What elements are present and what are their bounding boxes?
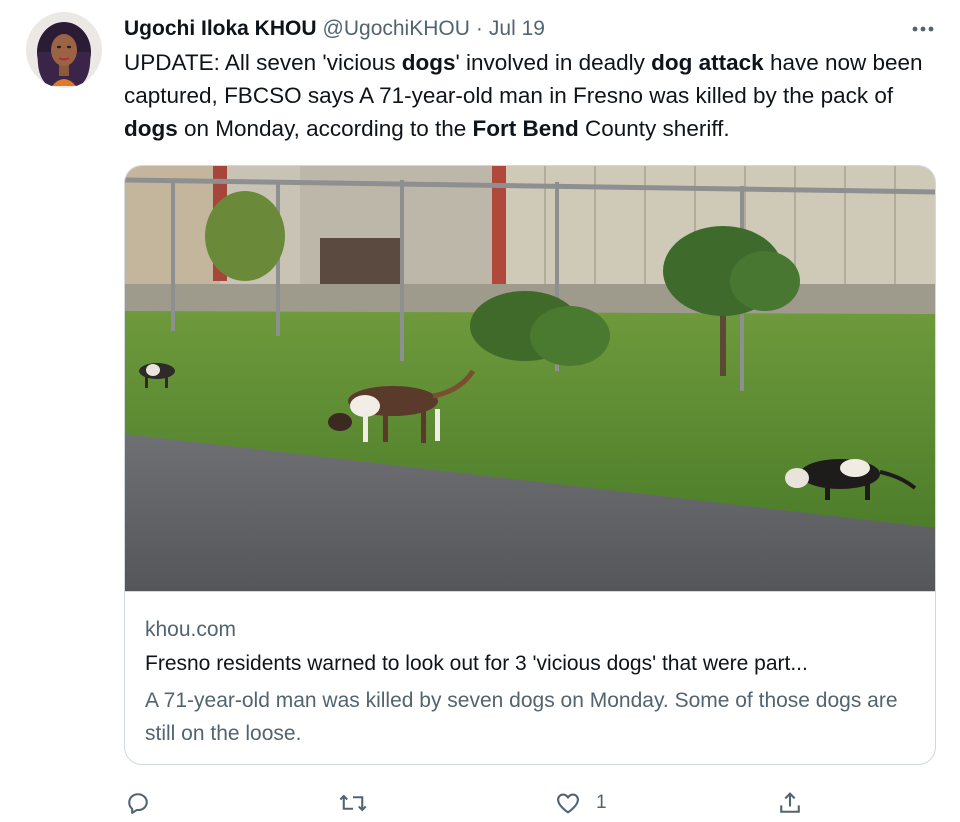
- card-image[interactable]: [125, 166, 936, 591]
- tweet-text-segment: UPDATE: All seven 'vicious: [124, 50, 402, 75]
- like-button[interactable]: 1: [554, 788, 607, 818]
- separator-dot: ·: [475, 17, 483, 40]
- tweet-text-highlight: dogs: [401, 50, 456, 75]
- tweet-text-segment: County sheriff.: [578, 116, 730, 141]
- like-count: 1: [596, 792, 607, 813]
- tweet-date[interactable]: Jul 19: [489, 17, 545, 41]
- retweet-button[interactable]: [338, 788, 368, 818]
- more-options-button[interactable]: [906, 16, 940, 42]
- author-handle[interactable]: @UgochiKHOU: [323, 17, 470, 41]
- share-button[interactable]: [776, 788, 804, 818]
- tweet: Ugochi Iloka KHOU @UgochiKHOU · Jul 19 U…: [0, 0, 960, 822]
- reply-button[interactable]: [124, 788, 152, 818]
- author-name[interactable]: Ugochi Iloka KHOU: [124, 17, 317, 41]
- card-title: Fresno residents warned to look out for …: [145, 652, 808, 675]
- tweet-text-highlight: dogs: [124, 116, 178, 141]
- tweet-header: Ugochi Iloka KHOU @UgochiKHOU · Jul 19: [124, 14, 545, 44]
- reply-icon: [124, 789, 152, 817]
- tweet-text-segment: ' involved in deadly: [455, 50, 652, 75]
- tweet-text-segment: on Monday, according to the: [177, 116, 473, 141]
- more-icon: [911, 20, 935, 38]
- share-icon: [776, 789, 804, 817]
- tweet-text-highlight: Fort Bend: [472, 116, 579, 141]
- tweet-text-highlight: dog attack: [651, 50, 764, 75]
- link-card[interactable]: khou.com Fresno residents warned to look…: [124, 165, 936, 765]
- retweet-icon: [338, 789, 368, 817]
- heart-icon: [554, 789, 582, 817]
- card-meta[interactable]: khou.com Fresno residents warned to look…: [125, 591, 935, 764]
- card-domain: khou.com: [145, 618, 237, 641]
- avatar[interactable]: [26, 12, 102, 88]
- tweet-text: UPDATE: All seven 'vicious dogs' involve…: [124, 46, 936, 145]
- card-description: A 71-year-old man was killed by seven do…: [145, 689, 898, 745]
